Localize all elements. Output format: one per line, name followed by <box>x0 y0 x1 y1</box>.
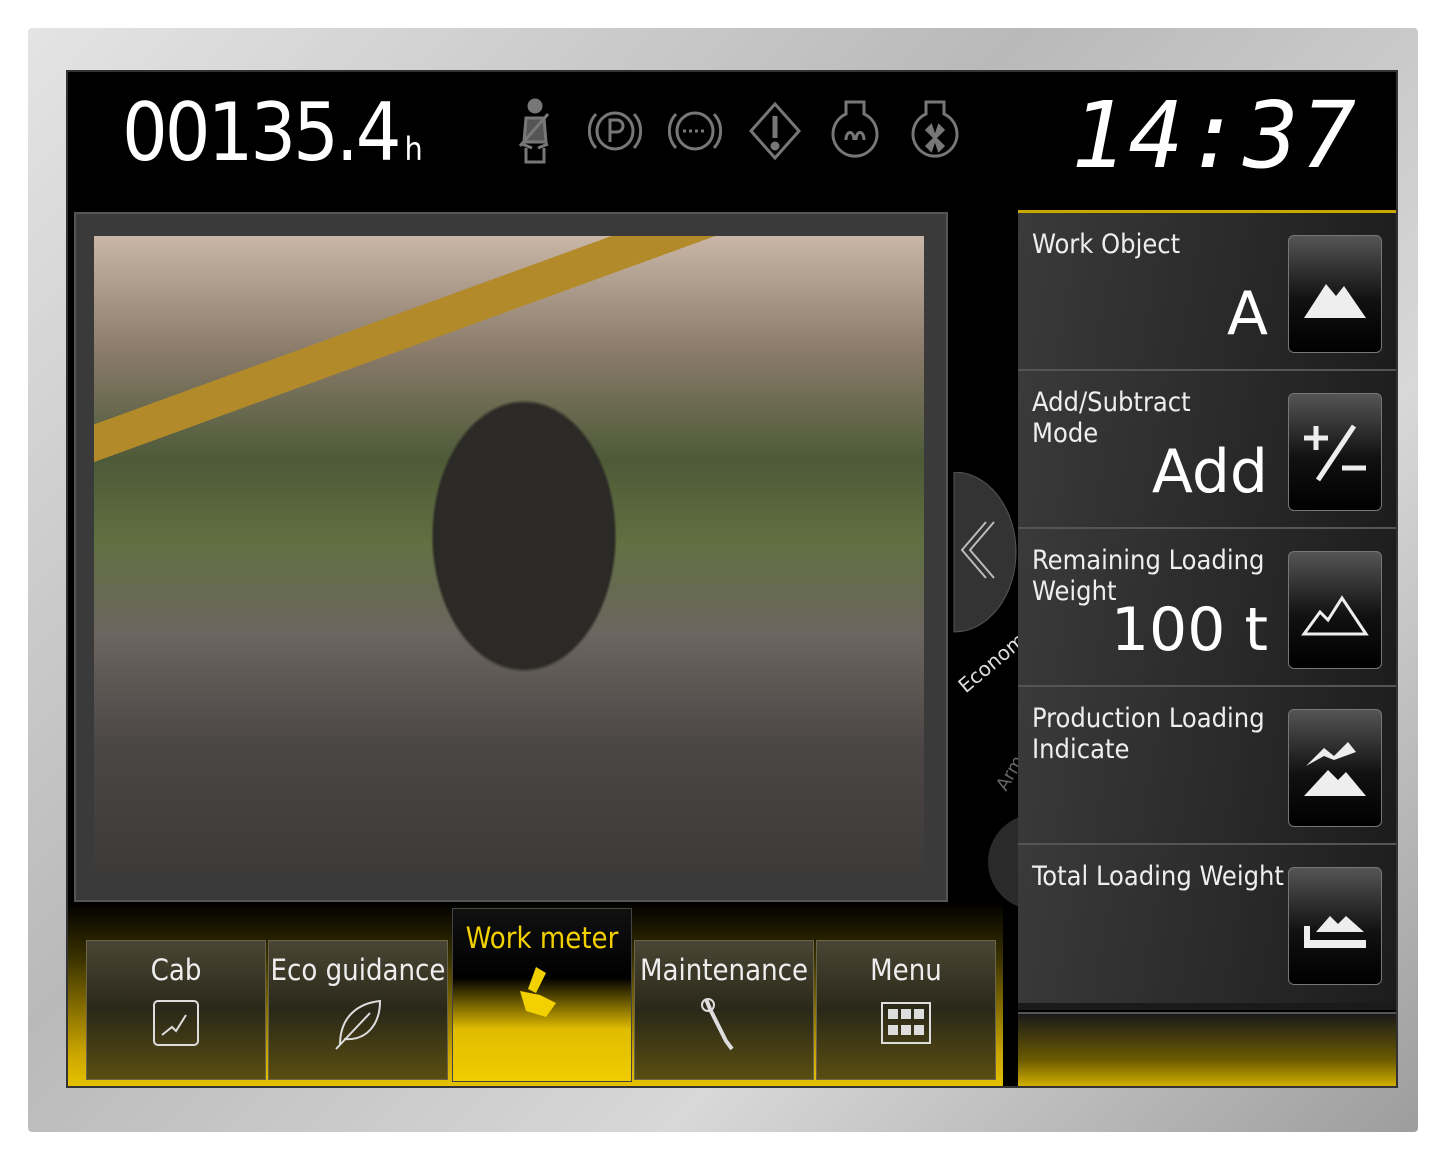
grid-icon <box>881 1002 931 1044</box>
row-label: Total Loading Weight <box>1032 861 1284 892</box>
brake-warning-icon <box>668 111 722 151</box>
tab-label: Cab <box>150 953 202 987</box>
tab-bar: Cab Eco guidance Work meter Maintenance … <box>68 902 1003 1086</box>
seatbelt-icon <box>518 98 550 164</box>
fan-icon <box>911 100 959 158</box>
row-value: Add <box>1151 437 1268 507</box>
status-bar: 00135.4 h 14:37 <box>68 72 1396 210</box>
tab-cab[interactable]: Cab <box>86 940 266 1080</box>
parking-brake-icon <box>588 111 642 151</box>
tab-label: Work meter <box>465 921 619 955</box>
row-value: 100 t <box>1110 595 1268 665</box>
arm-crane-mode-button[interactable] <box>988 814 1084 910</box>
camera-feed-image <box>94 236 924 876</box>
add-subtract-button[interactable] <box>1288 393 1382 511</box>
panel-footer <box>1018 1012 1396 1086</box>
work-meter-panel: Work Object A Add/Subtract Mode Add Rema… <box>1018 210 1396 1010</box>
tab-label: Eco guidance <box>270 953 446 987</box>
mode-selector: Economy mode Arm Crane mode <box>946 471 1088 912</box>
production-loading-button[interactable] <box>1288 709 1382 827</box>
row-label: Work Object <box>1032 229 1181 260</box>
excavator-icon <box>520 967 556 1017</box>
cab-chart-icon <box>153 1000 199 1046</box>
add-subtract-row: Add/Subtract Mode Add <box>1018 371 1396 529</box>
tab-menu[interactable]: Menu <box>816 940 996 1080</box>
remaining-weight-button[interactable] <box>1288 551 1382 669</box>
leaf-icon <box>335 999 382 1050</box>
remaining-loading-weight-row: Remaining Loading Weight 100 t <box>1018 529 1396 687</box>
camera-view <box>74 212 948 902</box>
tab-label: Menu <box>870 953 942 987</box>
tab-eco-guidance[interactable]: Eco guidance <box>268 940 448 1080</box>
total-loading-weight-row: Total Loading Weight <box>1018 845 1396 1003</box>
tab-label: Maintenance <box>639 953 809 987</box>
wrench-icon <box>701 998 734 1051</box>
hour-meter: 00135.4 h <box>122 86 423 179</box>
mountain-outline-icon <box>1301 595 1369 636</box>
row-label: Production Loading Indicate <box>1032 703 1265 765</box>
plus-minus-icon <box>1304 424 1366 482</box>
hour-meter-value: 00135.4 <box>122 86 402 179</box>
excavator-load-icon <box>1304 742 1366 796</box>
tab-work-meter[interactable]: Work meter <box>452 908 632 1082</box>
tab-maintenance[interactable]: Maintenance <box>634 940 814 1080</box>
row-value: A <box>1226 279 1268 349</box>
hour-meter-unit: h <box>404 130 423 168</box>
clock: 14:37 <box>1071 82 1358 189</box>
warning-diamond-icon <box>748 101 802 161</box>
display-screen: 00135.4h 14:37 Economy mode Arm Crane mo… <box>66 70 1398 1088</box>
mountain-icon <box>1304 284 1366 318</box>
work-object-row: Work Object A <box>1018 213 1396 371</box>
glow-plug-icon <box>831 100 879 158</box>
truck-load-icon <box>1304 916 1366 948</box>
indicator-lights <box>508 96 962 166</box>
work-object-button[interactable] <box>1288 235 1382 353</box>
total-loading-button[interactable] <box>1288 867 1382 985</box>
production-loading-row: Production Loading Indicate <box>1018 687 1396 845</box>
